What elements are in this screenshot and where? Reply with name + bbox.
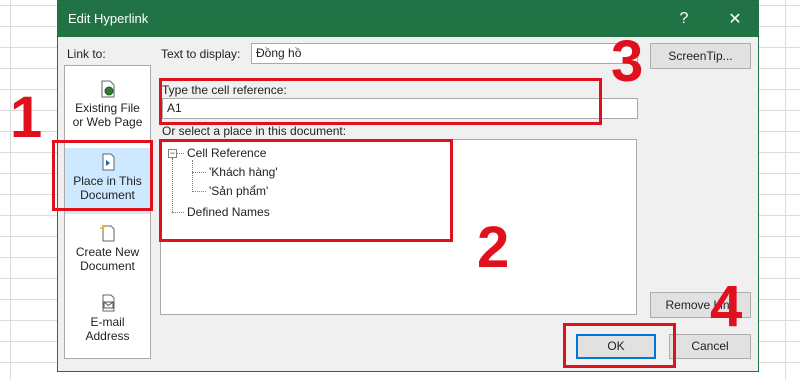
web-page-icon [101, 80, 114, 98]
highlight-box-ok [563, 323, 676, 368]
link-to-item-line2: or Web Page [72, 115, 143, 129]
new-document-icon [99, 224, 114, 242]
annotation-number: 1 [10, 85, 43, 150]
link-to-item-line1: E-mail [90, 315, 125, 329]
link-to-label: Link to: [67, 47, 106, 61]
place-list-label: Or select a place in this document: [162, 124, 347, 138]
grid-line [785, 0, 786, 380]
link-to-email-address[interactable]: E-mail Address [65, 294, 150, 343]
grid-line [10, 0, 11, 380]
annotation-number: 2 [477, 215, 510, 280]
help-button[interactable]: ? [670, 5, 698, 33]
highlight-box-place-in-document [52, 140, 153, 211]
link-to-item-line1: Existing File [75, 101, 140, 115]
link-to-existing-file[interactable]: Existing File or Web Page [65, 80, 150, 129]
link-to-panel: Existing File or Web Page Place in This … [64, 65, 151, 359]
link-to-create-new-document[interactable]: Create New Document [65, 224, 150, 273]
annotation-number: 3 [611, 29, 644, 94]
email-icon [102, 294, 114, 312]
close-button[interactable]: ✕ [721, 5, 749, 33]
screentip-button[interactable]: ScreenTip... [650, 43, 751, 69]
text-to-display-input[interactable]: Đồng hồ [251, 43, 638, 64]
link-to-item-line2: Document [80, 259, 135, 273]
dialog-titlebar: Edit Hyperlink ? ✕ [58, 1, 758, 37]
text-to-display-label: Text to display: [161, 47, 241, 61]
annotation-number: 4 [710, 274, 743, 339]
highlight-box-cell-reference [159, 78, 602, 125]
link-to-item-line2: Address [85, 329, 130, 343]
link-to-item-line1: Create New [75, 245, 140, 259]
dialog-title: Edit Hyperlink [68, 11, 149, 26]
highlight-box-place-list [159, 139, 453, 242]
